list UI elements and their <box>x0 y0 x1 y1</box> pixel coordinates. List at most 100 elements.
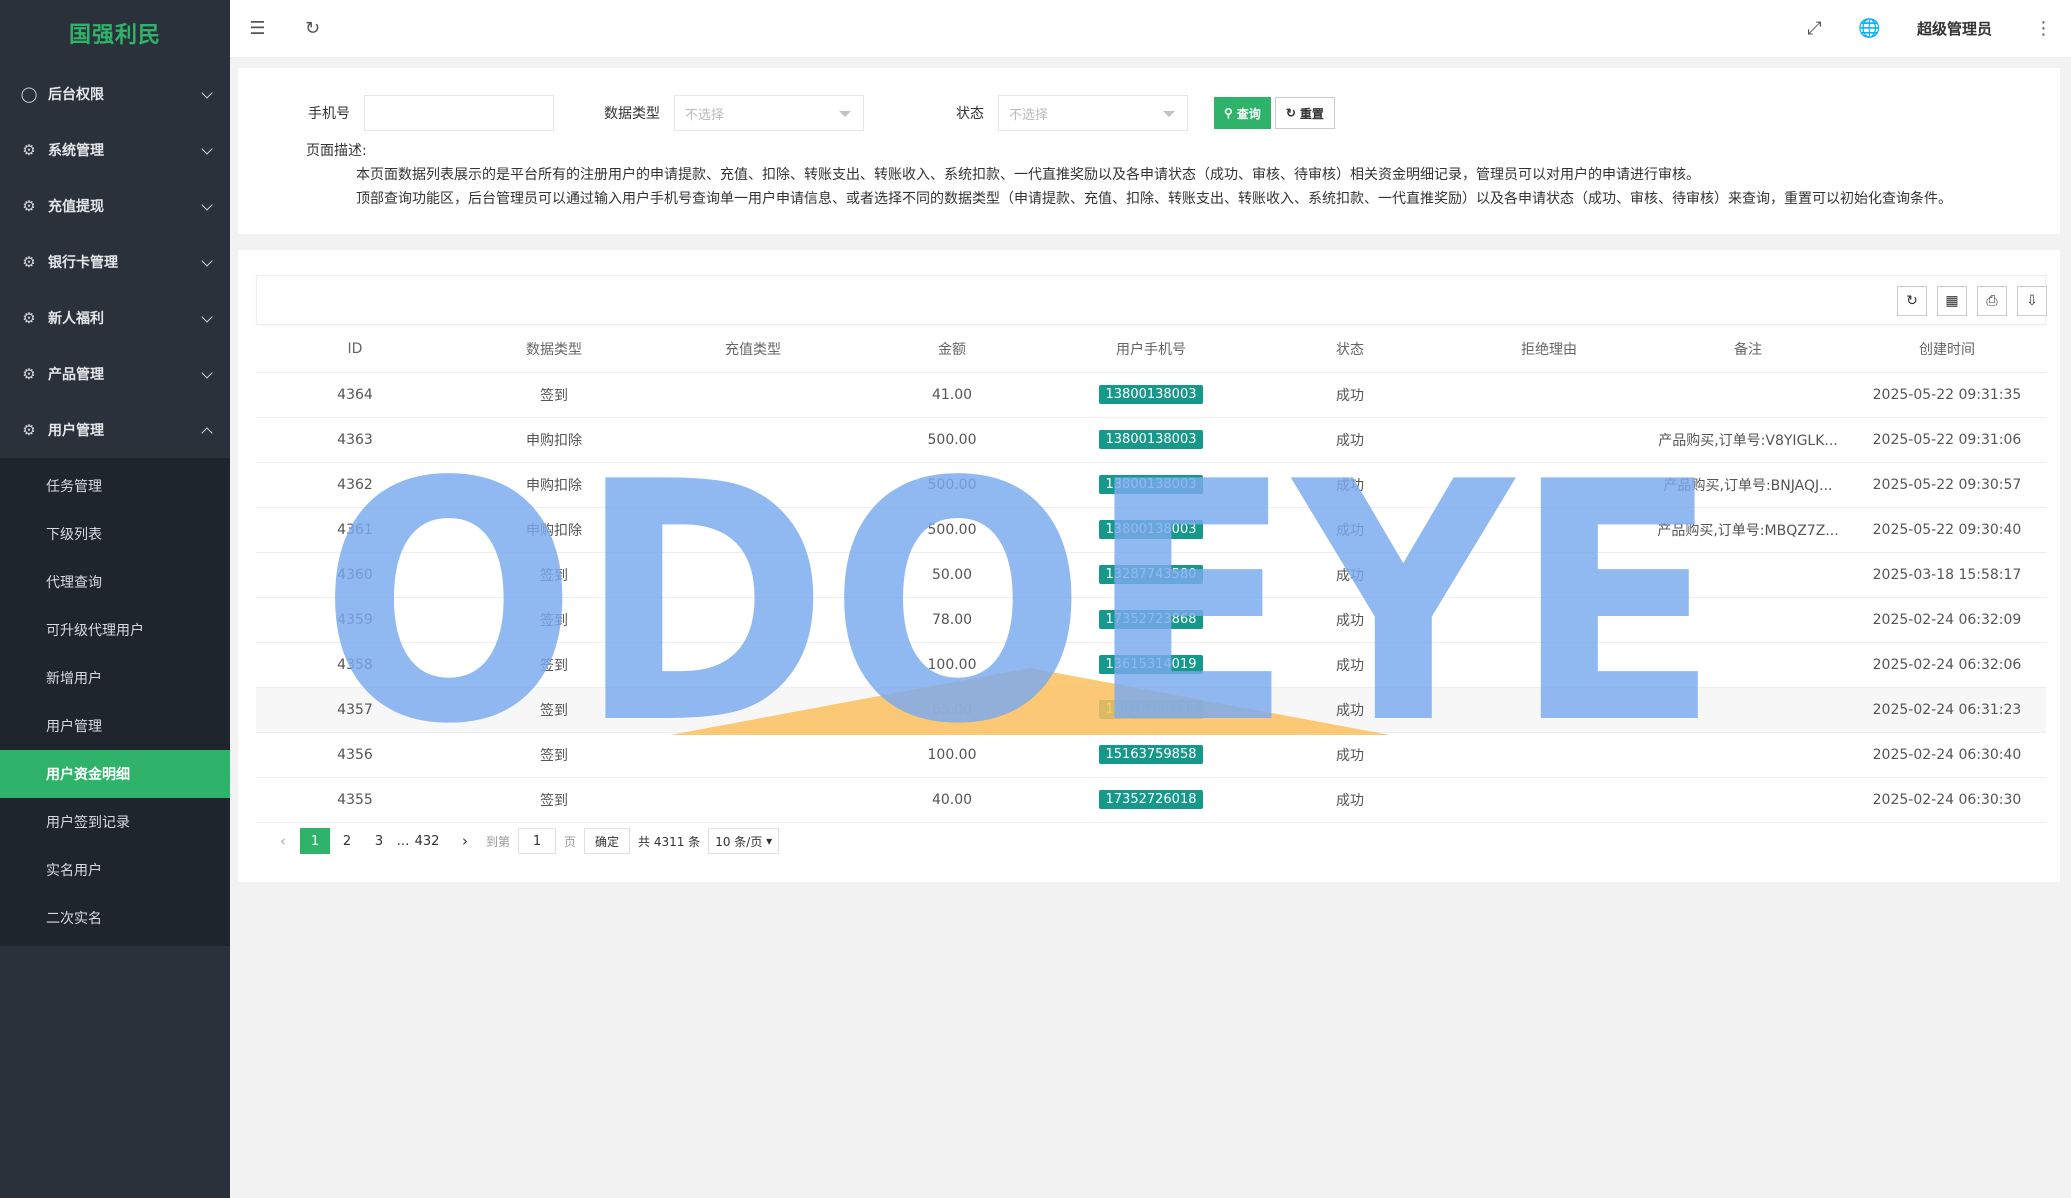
description-title: 页面描述: <box>306 143 367 159</box>
cell-amount: 40.00 <box>852 777 1052 823</box>
type-select[interactable]: 不选择 <box>674 95 864 131</box>
type-label: 数据类型 <box>604 106 660 122</box>
refresh-table-icon[interactable]: ↻ <box>1897 286 1927 316</box>
table-row[interactable]: 4362 申购扣除 500.00 13800138003 成功 产品购买,订单号:BNJA… <box>256 462 2046 508</box>
phone-badge: 13800138003 <box>1098 385 1204 404</box>
cell-amount: 500.00 <box>852 507 1052 553</box>
user-icon: ◯ <box>20 85 38 103</box>
page-3[interactable]: 3 <box>364 828 394 854</box>
status-select[interactable]: 不选择 <box>998 95 1188 131</box>
sidebar-group-system[interactable]: ⚙ 系统管理 <box>0 122 230 178</box>
sidebar-item-subordinates[interactable]: 下级列表 <box>0 510 230 558</box>
page-2[interactable]: 2 <box>332 828 362 854</box>
goto-confirm-button[interactable]: 确定 <box>584 828 631 854</box>
cell-recharge-type <box>654 462 852 508</box>
sidebar-group-users[interactable]: ⚙ 用户管理 <box>0 402 230 458</box>
sidebar-item-agent-query[interactable]: 代理查询 <box>0 558 230 606</box>
cell-status: 成功 <box>1250 642 1450 688</box>
sidebar-item-upgradable-agents[interactable]: 可升级代理用户 <box>0 606 230 654</box>
cell-amount: 78.00 <box>852 597 1052 643</box>
col-phone[interactable]: 用户手机号 <box>1052 327 1250 373</box>
search-icon: ⚲ <box>1224 106 1233 120</box>
more-vertical-icon[interactable]: ⋮ <box>2016 0 2071 58</box>
table-row[interactable]: 4355 签到 40.00 17352726018 成功 2025-02-24 06:30… <box>256 777 2046 823</box>
sidebar-item-user-funds[interactable]: 用户资金明细 <box>0 750 230 798</box>
prev-page-icon[interactable]: ‹ <box>268 828 298 854</box>
sidebar-item-verified-users[interactable]: 实名用户 <box>0 846 230 894</box>
refresh-icon[interactable]: ↻ <box>285 0 340 58</box>
cell-data-type: 签到 <box>454 642 654 688</box>
col-id[interactable]: ID <box>256 327 454 373</box>
col-reject-reason[interactable]: 拒绝理由 <box>1450 327 1648 373</box>
cell-remark <box>1648 732 1848 778</box>
cell-reject-reason <box>1450 417 1648 463</box>
table-row[interactable]: 4364 签到 41.00 13800138003 成功 2025-05-22 09:31… <box>256 372 2046 418</box>
cell-status: 成功 <box>1250 417 1450 463</box>
col-status[interactable]: 状态 <box>1250 327 1450 373</box>
globe-icon[interactable]: 🌐 <box>1842 0 1897 58</box>
sidebar-item-second-verification[interactable]: 二次实名 <box>0 894 230 942</box>
page-1[interactable]: 1 <box>300 828 330 854</box>
table-row[interactable]: 4356 签到 100.00 15163759858 成功 2025-02-24 06:3… <box>256 732 2046 778</box>
cell-recharge-type <box>654 552 852 598</box>
goto-page-input[interactable]: 1 <box>518 828 557 854</box>
col-recharge-type[interactable]: 充值类型 <box>654 327 852 373</box>
page-last[interactable]: 432 <box>412 828 442 854</box>
cell-id: 4362 <box>256 462 454 508</box>
table-row[interactable]: 4357 签到 65.00 18016268135 成功 2025-02-24 06:31… <box>256 687 2046 733</box>
cell-reject-reason <box>1450 462 1648 508</box>
sidebar-group-admin-permissions[interactable]: ◯ 后台权限 <box>0 66 230 122</box>
cell-recharge-type <box>654 777 852 823</box>
menu-toggle-icon[interactable]: ☰ <box>230 0 285 58</box>
next-page-icon[interactable]: › <box>450 828 480 854</box>
sidebar-item-user-management[interactable]: 用户管理 <box>0 702 230 750</box>
col-created[interactable]: 创建时间 <box>1848 327 2046 373</box>
table-row[interactable]: 4363 申购扣除 500.00 13800138003 成功 产品购买,订单号:V8YI… <box>256 417 2046 463</box>
sidebar-group-label: 系统管理 <box>48 143 104 159</box>
sidebar-group-label: 新人福利 <box>48 311 104 327</box>
sidebar-group-bank-card[interactable]: ⚙ 银行卡管理 <box>0 234 230 290</box>
phone-badge: 13287743580 <box>1098 565 1204 584</box>
sidebar-group-products[interactable]: ⚙ 产品管理 <box>0 346 230 402</box>
cell-status: 成功 <box>1250 732 1450 778</box>
cell-phone: 15163759858 <box>1052 732 1250 778</box>
phone-input[interactable] <box>364 95 554 131</box>
table-row[interactable]: 4359 签到 78.00 17352723868 成功 2025-02-24 06:32… <box>256 597 2046 643</box>
sidebar-item-new-users[interactable]: 新增用户 <box>0 654 230 702</box>
reset-button[interactable]: ↻ 重置 <box>1274 97 1335 129</box>
cell-remark <box>1648 372 1848 418</box>
sidebar-group-newbie[interactable]: ⚙ 新人福利 <box>0 290 230 346</box>
query-button[interactable]: ⚲ 查询 <box>1214 97 1271 129</box>
reset-icon: ↻ <box>1285 106 1296 120</box>
cell-created: 2025-05-22 09:30:57 <box>1848 462 2046 508</box>
chevron-down-icon <box>200 311 214 325</box>
cell-recharge-type <box>654 642 852 688</box>
app-logo: 国强利民 <box>68 23 161 48</box>
sidebar-group-label: 后台权限 <box>48 87 104 103</box>
print-icon[interactable]: ⎙ <box>1977 286 2007 316</box>
admin-name[interactable]: 超级管理员 <box>1897 18 2016 39</box>
cell-status: 成功 <box>1250 687 1450 733</box>
sidebar-item-checkin-records[interactable]: 用户签到记录 <box>0 798 230 846</box>
cell-created: 2025-05-22 09:31:35 <box>1848 372 2046 418</box>
table-row[interactable]: 4358 签到 100.00 13615314019 成功 2025-02-24 06:3… <box>256 642 2046 688</box>
sidebar-group-recharge[interactable]: ⚙ 充值提现 <box>0 178 230 234</box>
export-icon[interactable]: ⇩ <box>2017 286 2047 316</box>
cell-id: 4356 <box>256 732 454 778</box>
cell-reject-reason <box>1450 642 1648 688</box>
cell-reject-reason <box>1450 507 1648 553</box>
fullscreen-icon[interactable]: ⤢ <box>1787 0 1842 58</box>
sidebar-item-tasks[interactable]: 任务管理 <box>0 462 230 510</box>
cell-amount: 500.00 <box>852 462 1052 508</box>
cell-id: 4360 <box>256 552 454 598</box>
col-amount[interactable]: 金额 <box>852 327 1052 373</box>
chevron-down-icon <box>200 199 214 213</box>
cell-status: 成功 <box>1250 597 1450 643</box>
col-remark[interactable]: 备注 <box>1648 327 1848 373</box>
columns-icon[interactable]: ▦ <box>1937 286 1967 316</box>
col-data-type[interactable]: 数据类型 <box>454 327 654 373</box>
table-row[interactable]: 4361 申购扣除 500.00 13800138003 成功 产品购买,订单号:MBQZ… <box>256 507 2046 553</box>
phone-badge: 18016268135 <box>1098 700 1204 719</box>
table-row[interactable]: 4360 签到 50.00 13287743580 成功 2025-03-18 15:58… <box>256 552 2046 598</box>
page-size-select[interactable]: 10 条/页 ▾ <box>708 828 780 854</box>
